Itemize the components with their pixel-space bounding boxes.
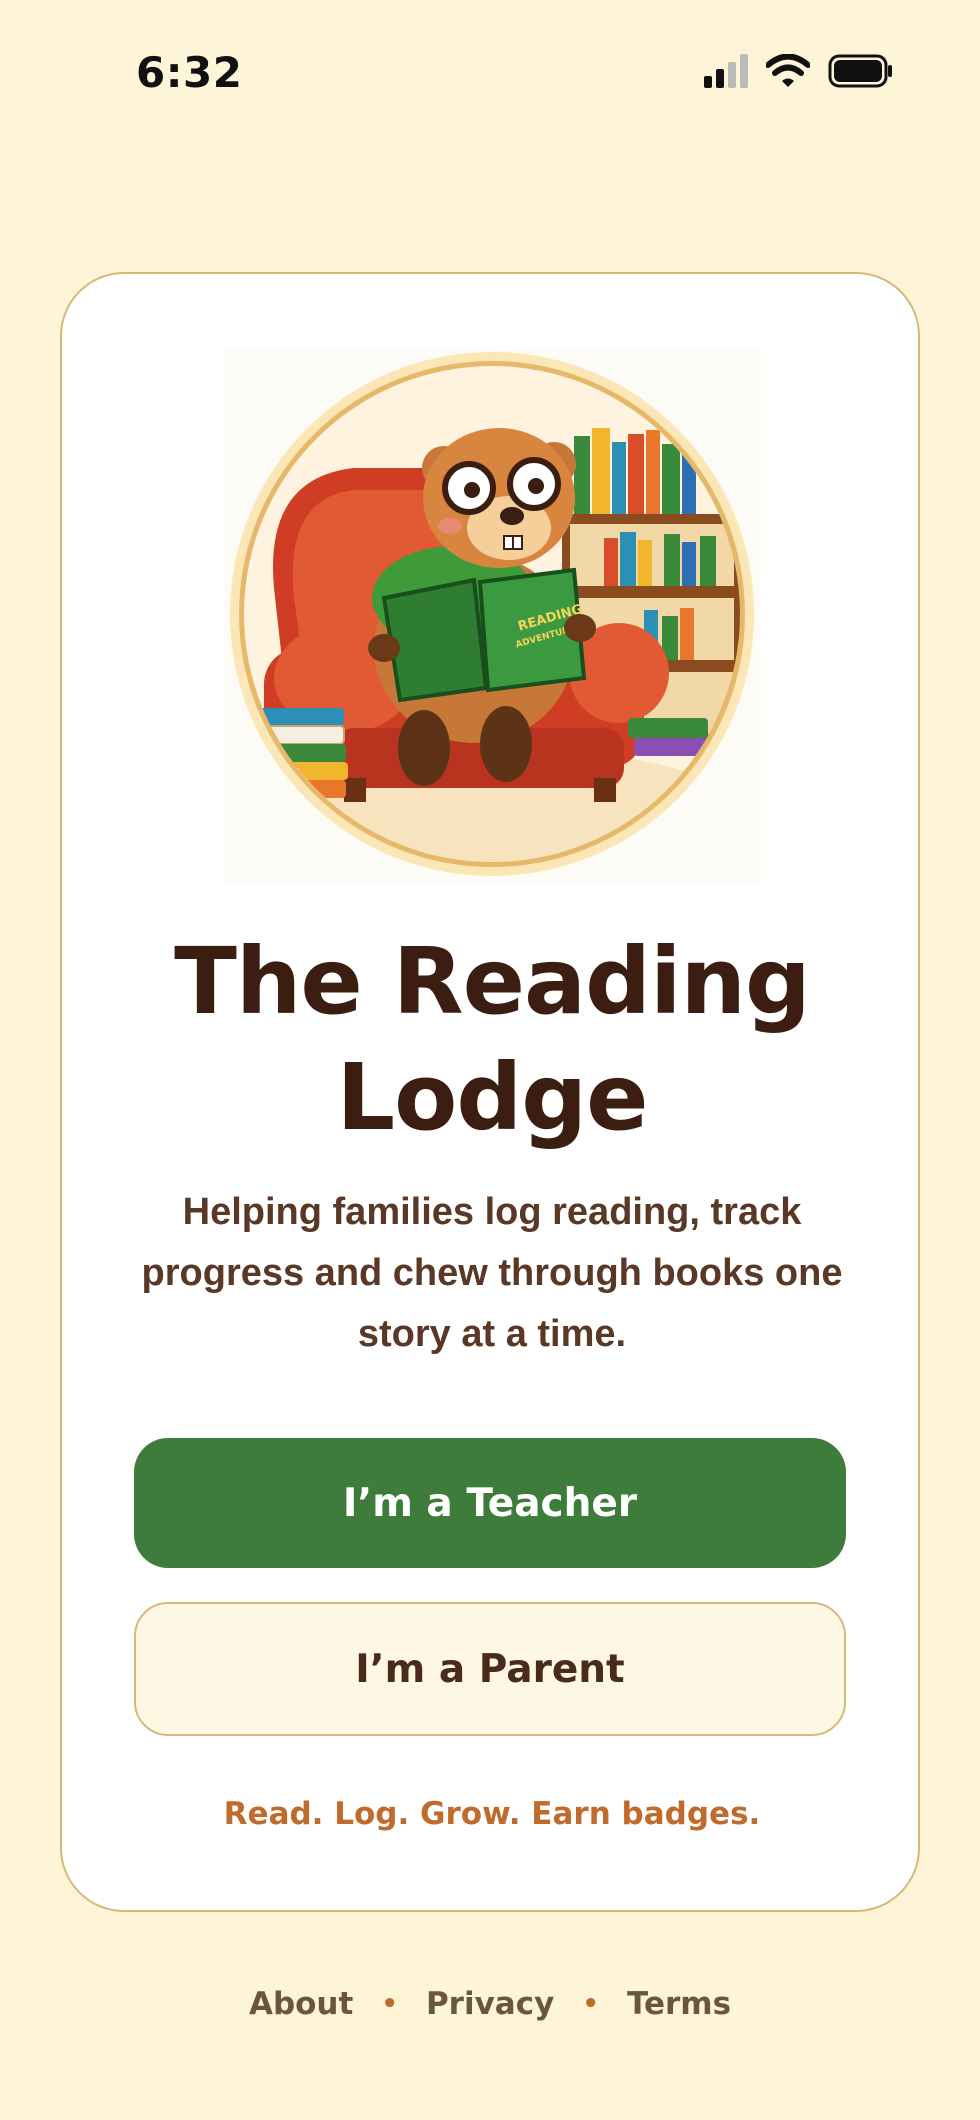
about-link[interactable]: About: [249, 1986, 353, 2022]
footer-separator: •: [381, 1989, 398, 2019]
cellular-signal-icon: [704, 54, 748, 93]
footer-separator: •: [582, 1989, 599, 2019]
teacher-button[interactable]: I’m a Teacher: [134, 1438, 846, 1568]
battery-icon: [828, 54, 894, 93]
welcome-card: READING ADVENTURES The Reading Lodge Hel…: [60, 272, 920, 1912]
terms-link[interactable]: Terms: [627, 1986, 731, 2022]
beaver-reading-illustration: READING ADVENTURES: [224, 348, 760, 884]
page-title: The Reading Lodge: [174, 928, 811, 1151]
status-icons: [704, 53, 894, 93]
wifi-icon: [765, 53, 811, 93]
status-bar: 6:32: [0, 0, 980, 150]
app-description: Helping families log reading, track prog…: [141, 1191, 843, 1355]
status-time: 6:32: [136, 48, 243, 97]
privacy-link[interactable]: Privacy: [426, 1986, 554, 2022]
parent-button[interactable]: I’m a Parent: [134, 1602, 846, 1736]
tagline: Read. Log. Grow. Earn badges.: [223, 1796, 761, 1832]
footer-links: About • Privacy • Terms: [0, 1986, 980, 2022]
